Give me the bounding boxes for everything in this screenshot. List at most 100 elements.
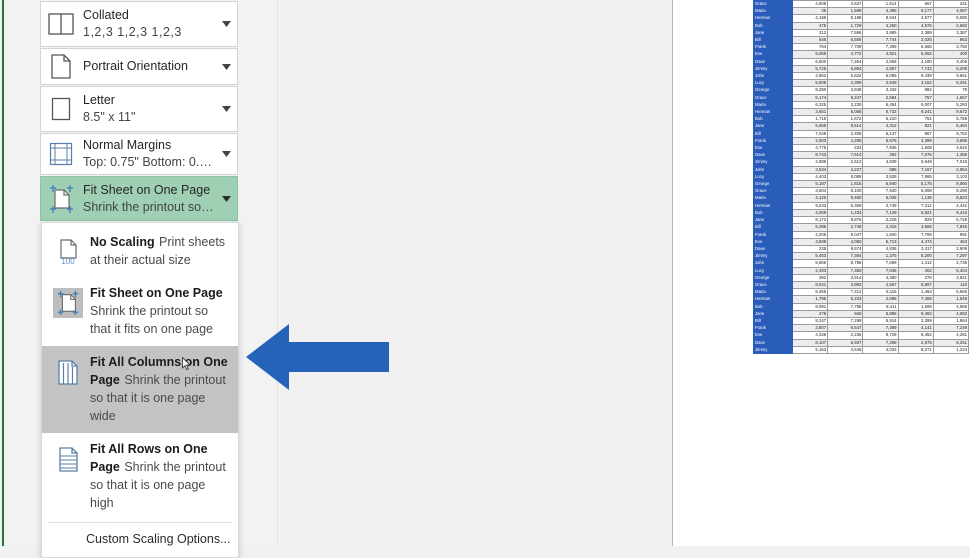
print-preview-page[interactable]: Grace 4,508 4,537 1,514 667 331 Maria 35 1,599 4,… (672, 0, 970, 546)
row-label-cell: Lucy (753, 266, 793, 275)
data-cell: 392 (791, 273, 829, 282)
data-cell: 2,857 (862, 64, 899, 74)
table-row: Jane 8,172 8,876 2,228 829 5,729 (753, 216, 970, 225)
data-cell: 4,033 (862, 345, 899, 354)
chevron-down-icon[interactable] (215, 134, 237, 174)
data-cell: 7,865 (897, 172, 934, 182)
chevron-down-icon[interactable] (215, 177, 237, 220)
row-label-cell: Grace (753, 187, 793, 196)
data-cell: 2,389 (897, 28, 934, 38)
data-cell: 9,241 (897, 108, 934, 117)
data-cell: 4,836 (862, 244, 899, 254)
data-cell: 5,632 (827, 72, 864, 81)
data-cell: 8,729 (862, 331, 899, 340)
data-cell: 2,228 (862, 216, 899, 225)
data-cell: 7,709 (827, 43, 864, 52)
data-cell: 546 (791, 36, 829, 45)
table-row: Bill 8,247 7,299 6,914 2,399 1,864 (753, 316, 970, 326)
chevron-down-icon[interactable] (215, 49, 237, 84)
data-cell: 5,665 (932, 288, 970, 297)
data-cell: 5,649 (897, 158, 934, 167)
data-cell: 6,080 (932, 14, 970, 23)
data-cell: 3,417 (897, 244, 934, 254)
dropdown-item-no-scaling[interactable]: 100 No Scaling Print sheets at their act… (42, 226, 238, 277)
table-row: Bob 8,091 7,795 8,411 1,599 4,669 (753, 302, 970, 311)
data-cell: 1,464 (897, 288, 934, 297)
data-cell: 6,547 (827, 324, 864, 333)
data-cell: 7,795 (827, 302, 864, 311)
data-cell: 4,250 (862, 21, 899, 30)
data-cell: 6,559 (827, 36, 864, 45)
table-row: Frank 2,503 4,285 6,675 4,399 3,695 (753, 136, 970, 146)
table-row: Dave 235 8,674 4,836 3,417 2,909 (753, 244, 970, 254)
data-cell: 4,838 (791, 237, 829, 246)
data-cell: 4,508 (791, 0, 829, 9)
data-cell: 3,539 (862, 172, 899, 182)
data-cell: 331 (932, 0, 970, 9)
data-cell: 4,141 (897, 324, 934, 333)
data-cell: 8,674 (827, 244, 864, 254)
data-cell: 863 (932, 36, 970, 45)
data-cell: 3,651 (791, 108, 829, 117)
dropdown-item-title: No Scaling (90, 235, 155, 249)
data-cell: 8,876 (827, 216, 864, 225)
table-row: Bob 1,715 1,672 6,210 751 5,758 (753, 115, 970, 124)
data-cell: 2,852 (791, 72, 829, 81)
row-label-cell: Dave (753, 338, 793, 347)
data-cell: 4,399 (827, 79, 864, 88)
chevron-down-icon[interactable] (215, 87, 237, 131)
portrait-page-icon (41, 49, 81, 84)
data-cell: 276 (791, 309, 829, 318)
table-row: Frank 3,807 6,547 7,389 4,141 7,249 (753, 324, 970, 333)
data-cell: 2,230 (827, 100, 864, 110)
table-row: Dave 6,500 7,264 2,558 4,180 3,406 (753, 57, 970, 66)
data-cell: 4,227 (827, 165, 864, 174)
row-label-cell: Eve (753, 50, 793, 59)
setting-card-scaling[interactable]: Fit Sheet on One Page Shrink the printou… (40, 176, 238, 221)
data-cell: 5,293 (932, 100, 970, 110)
chevron-down-icon[interactable] (215, 2, 237, 46)
data-cell: 6,854 (827, 64, 864, 74)
data-cell: 7,048 (791, 129, 829, 138)
setting-card-orientation[interactable]: Portrait Orientation (40, 48, 238, 85)
row-label-cell: Lucy (753, 79, 793, 88)
data-cell: 2,921 (932, 273, 970, 282)
data-cell: 3,406 (932, 57, 970, 66)
data-cell: 5,658 (791, 122, 829, 131)
row-label-cell: Frank (753, 324, 793, 333)
data-cell: 3,668 (897, 223, 934, 232)
data-cell: 282 (862, 151, 899, 160)
dropdown-item-fit-all-columns-one-page[interactable]: Fit All Columns on One Page Shrink the p… (42, 346, 238, 433)
setting-card-paper-size[interactable]: Letter 8.5" x 11" (40, 86, 238, 132)
table-row: Eve 4,336 2,236 8,729 8,452 4,281 (753, 331, 970, 340)
data-cell: 6,937 (827, 338, 864, 347)
fit-sheet-icon (41, 177, 81, 220)
dropdown-item-custom-scaling-options[interactable]: Custom Scaling Options... (42, 523, 238, 555)
data-cell: 4,775 (791, 144, 829, 153)
data-cell: 1,234 (827, 208, 864, 218)
data-cell: 6,085 (862, 72, 899, 81)
collated-pages-icon (41, 2, 81, 46)
data-cell: 2,512 (827, 158, 864, 167)
data-cell: 5,209 (932, 64, 970, 74)
dropdown-item-fit-all-rows-one-page[interactable]: Fit All Rows on One Page Shrink the prin… (42, 433, 238, 520)
svg-text:100: 100 (61, 257, 75, 265)
data-cell: 7,212 (827, 288, 864, 297)
data-cell: 5,396 (791, 223, 829, 232)
data-cell: 6,494 (932, 122, 970, 131)
setting-card-collation[interactable]: Collated 1,2,3 1,2,3 1,2,3 (40, 1, 238, 47)
data-cell: 3,807 (791, 324, 829, 333)
data-cell: 9,661 (932, 72, 970, 81)
data-cell: 2,503 (791, 136, 829, 146)
dropdown-item-fit-sheet-one-page[interactable]: Fit Sheet on One Page Shrink the printou… (42, 277, 238, 346)
table-row: Jane 5,658 8,614 4,312 821 6,494 (753, 122, 970, 131)
data-cell: 2,886 (791, 158, 829, 167)
data-cell: 1,657 (932, 93, 970, 102)
data-cell: 9,752 (932, 129, 970, 138)
data-cell: 3,634 (791, 165, 829, 174)
data-cell: 7,076 (897, 151, 934, 160)
paper-size-icon (41, 87, 81, 131)
data-cell: 7,129 (862, 208, 899, 218)
setting-card-margins[interactable]: Normal Margins Top: 0.75" Bottom: 0.75" … (40, 133, 238, 175)
data-cell: 8,247 (791, 316, 829, 326)
